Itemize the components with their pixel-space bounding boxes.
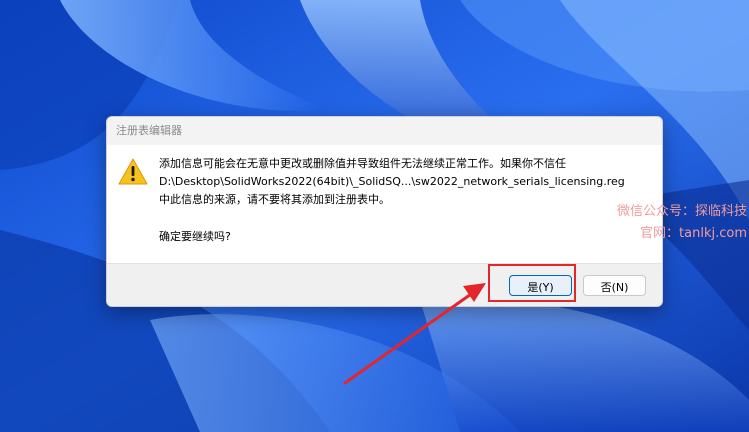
watermark: 微信公众号：探临科技 官网：tanlkj.com (617, 201, 747, 245)
warning-icon (118, 158, 148, 185)
dialog-title: 注册表编辑器 (107, 117, 662, 145)
registry-editor-dialog: 注册表编辑器 添加信息可能会在无意中更改或删除值并导致组件无法继续正常工作。如果… (106, 116, 663, 307)
watermark-website: 官网：tanlkj.com (640, 226, 747, 241)
confirm-question: 确定要继续吗? (159, 230, 231, 243)
message-line-path: D:\Desktop\SolidWorks2022(64bit)\_SolidS… (159, 175, 625, 188)
yes-button[interactable]: 是(Y) (509, 275, 572, 296)
dialog-message: 添加信息可能会在无意中更改或删除值并导致组件无法继续正常工作。如果你不信任 D:… (159, 155, 654, 209)
message-line: 中此信息的来源，请不要将其添加到注册表中。 (159, 193, 390, 206)
dialog-footer: 是(Y) 否(N) (107, 263, 662, 306)
watermark-wechat: 微信公众号：探临科技 (616, 204, 747, 219)
message-line: 添加信息可能会在无意中更改或删除值并导致组件无法继续正常工作。如果你不信任 (159, 157, 566, 170)
dialog-content: 添加信息可能会在无意中更改或删除值并导致组件无法继续正常工作。如果你不信任 D:… (107, 145, 662, 263)
no-button[interactable]: 否(N) (583, 275, 646, 296)
